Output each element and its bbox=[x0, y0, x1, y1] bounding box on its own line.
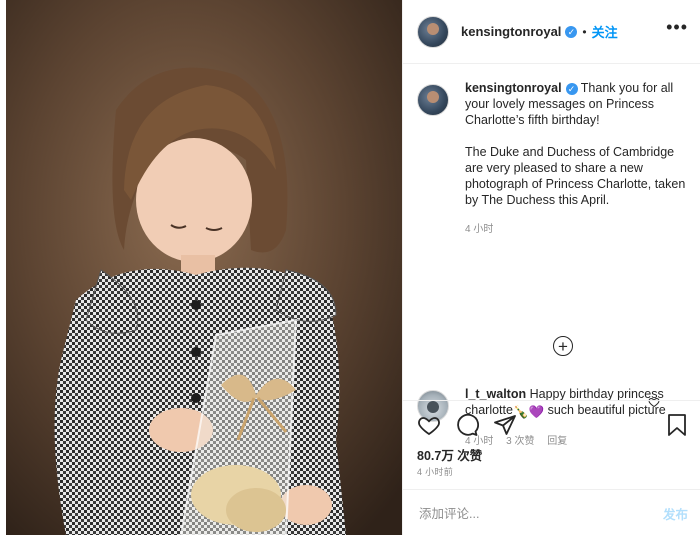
post-details-panel: kensingtonroyal ✓ • 关注 ••• kensingtonroy… bbox=[402, 0, 700, 535]
follow-button[interactable]: 关注 bbox=[592, 22, 618, 41]
caption-text-1: kensingtonroyal ✓ Thank you for all your … bbox=[465, 80, 690, 128]
commenter-username[interactable]: l_t_walton bbox=[465, 387, 526, 401]
caption-body: kensingtonroyal ✓ Thank you for all your … bbox=[465, 80, 690, 238]
load-more-comments-icon[interactable]: + bbox=[553, 336, 573, 356]
separator-dot: • bbox=[582, 24, 587, 39]
paper-plane-share-icon[interactable] bbox=[493, 413, 517, 437]
comment-input[interactable] bbox=[417, 505, 641, 522]
caption-username[interactable]: kensingtonroyal bbox=[465, 81, 562, 95]
caption-avatar[interactable] bbox=[417, 84, 449, 116]
verified-badge-icon: ✓ bbox=[565, 83, 578, 95]
photo-illustration bbox=[6, 0, 402, 535]
caption-time[interactable]: 4 小时 bbox=[465, 224, 493, 235]
post-comment-button[interactable]: 发布 bbox=[663, 504, 688, 523]
verified-badge-icon: ✓ bbox=[565, 25, 578, 38]
comment-bubble-icon[interactable] bbox=[455, 413, 479, 437]
comments-section: kensingtonroyal ✓ Thank you for all your … bbox=[417, 80, 690, 447]
add-comment-bar: 发布 bbox=[403, 489, 700, 537]
caption-meta: 4 小时 bbox=[465, 222, 690, 238]
author-avatar[interactable] bbox=[417, 15, 449, 48]
more-options-icon[interactable]: ••• bbox=[666, 18, 688, 36]
post-timestamp[interactable]: 4 小时前 bbox=[417, 465, 453, 478]
bookmark-icon[interactable] bbox=[666, 413, 688, 437]
like-heart-icon[interactable] bbox=[417, 413, 441, 437]
action-bar: 80.7万 次赞 4 小时前 发布 bbox=[403, 400, 700, 525]
author-username[interactable]: kensingtonroyal bbox=[461, 24, 561, 39]
caption: kensingtonroyal ✓ Thank you for all your … bbox=[417, 80, 690, 238]
like-count[interactable]: 80.7万 次赞 bbox=[417, 445, 482, 464]
post-header: kensingtonroyal ✓ • 关注 ••• bbox=[403, 0, 700, 64]
post-photo[interactable] bbox=[6, 0, 402, 535]
caption-text-2: The Duke and Duchess of Cambridge are ve… bbox=[465, 145, 686, 207]
